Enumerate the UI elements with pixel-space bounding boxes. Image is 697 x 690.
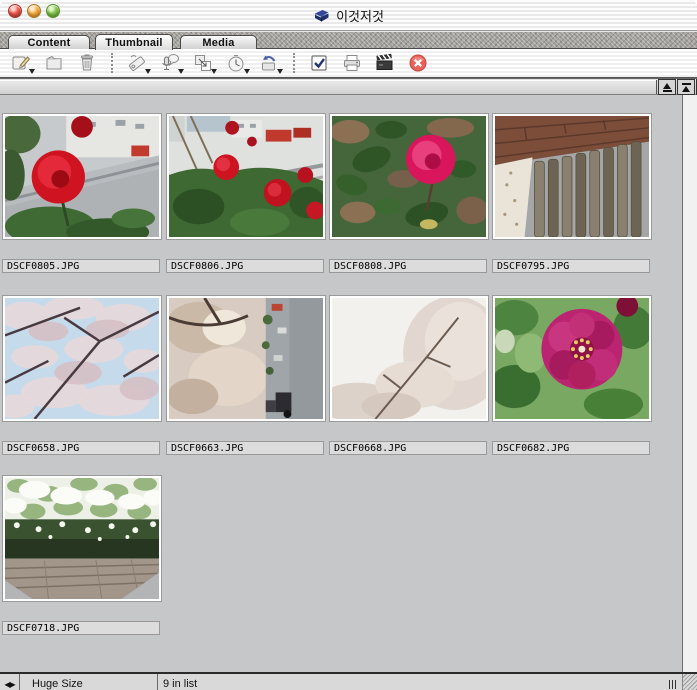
sort-ascending-icon: [663, 83, 671, 89]
filename-label[interactable]: DSCF0808.JPG: [329, 259, 487, 273]
photo-white-blossoms: [332, 298, 486, 419]
tab-content[interactable]: Content: [8, 35, 90, 50]
tag-button[interactable]: [124, 51, 150, 75]
sort-ascending-button[interactable]: [658, 79, 676, 95]
trash-button[interactable]: [74, 51, 100, 75]
thumbnail-image[interactable]: [166, 113, 326, 240]
slideshow-icon: [374, 52, 396, 74]
count-label: 9 in list: [163, 678, 197, 690]
dropdown-caret-icon: [29, 69, 35, 74]
photo-blossoms-blue-sky: [5, 298, 159, 419]
tab-media[interactable]: Media: [180, 35, 257, 50]
size-label: Huge Size: [32, 678, 83, 690]
tab-media-label: Media: [202, 37, 234, 49]
edit-compose-button[interactable]: [8, 51, 34, 75]
filename-label[interactable]: DSCF0658.JPG: [2, 441, 160, 455]
photo-roses-balcony: [169, 116, 323, 237]
voice-annotation-button[interactable]: [157, 51, 183, 75]
thumbnail-image[interactable]: [2, 295, 162, 422]
print-icon: [341, 52, 363, 74]
thumbnail-cell[interactable]: DSCF0668.JPG: [329, 295, 489, 457]
window-title: 이것저것: [336, 6, 384, 25]
folder-button[interactable]: [41, 51, 67, 75]
trash-icon: [76, 52, 98, 74]
toolbar: [0, 49, 697, 78]
zoom-window-button[interactable]: [46, 4, 60, 18]
thumbnail-image[interactable]: [492, 295, 652, 422]
vertical-scrollbar[interactable]: [682, 95, 697, 672]
photo-blossom-street-rotated: [169, 298, 323, 419]
filename-label[interactable]: DSCF0795.JPG: [492, 259, 650, 273]
thumbnail-image[interactable]: [329, 295, 489, 422]
filename-label[interactable]: DSCF0805.JPG: [2, 259, 160, 273]
thumbnail-cell[interactable]: DSCF0663.JPG: [166, 295, 326, 457]
thumbnail-cell[interactable]: DSCF0795.JPG: [492, 113, 652, 275]
thumbnail-cell[interactable]: DSCF0808.JPG: [329, 113, 489, 275]
list-header-cell: [0, 80, 657, 94]
print-button[interactable]: [339, 51, 365, 75]
filename-label[interactable]: DSCF0663.JPG: [166, 441, 324, 455]
delete-icon: [407, 52, 429, 74]
resize-corner[interactable]: [682, 674, 697, 690]
dropdown-caret-icon: [277, 69, 283, 74]
sort-descending-icon: [682, 86, 690, 92]
status-bar: ◀▶ Huge Size 9 in list: [0, 672, 697, 690]
window-controls: [8, 4, 60, 18]
dropdown-caret-icon: [178, 69, 184, 74]
thumbnail-cell[interactable]: DSCF0658.JPG: [2, 295, 162, 457]
thumbnail-image[interactable]: [329, 113, 489, 240]
thumbnail-size-control[interactable]: ◀▶: [0, 674, 20, 690]
size-status-cell[interactable]: Huge Size: [20, 674, 158, 690]
thumbnail-image[interactable]: [166, 295, 326, 422]
filename-label[interactable]: DSCF0718.JPG: [2, 621, 160, 635]
thumbnail-cell[interactable]: DSCF0718.JPG: [2, 475, 162, 637]
photo-red-rose-street: [5, 116, 159, 237]
book-icon: [313, 9, 330, 23]
thumbnail-cell[interactable]: DSCF0806.JPG: [166, 113, 326, 275]
tab-thumbnail[interactable]: Thumbnail: [95, 34, 173, 50]
photo-wooden-pillars: [495, 116, 649, 237]
folder-icon: [43, 52, 65, 74]
photo-magenta-peony: [495, 298, 649, 419]
slideshow-button[interactable]: [372, 51, 398, 75]
thumbnail-image[interactable]: [2, 475, 162, 602]
minimize-window-button[interactable]: [27, 4, 41, 18]
titlebar: 이것저것: [0, 0, 697, 31]
filename-label[interactable]: DSCF0668.JPG: [329, 441, 487, 455]
app-window: 이것저것 Content Thumbnail Media: [0, 0, 697, 690]
toolbar-separator: [111, 53, 113, 73]
thumbnail-image[interactable]: [2, 113, 162, 240]
list-header: [0, 78, 697, 95]
clock-button[interactable]: [223, 51, 249, 75]
dropdown-caret-icon: [211, 69, 217, 74]
checklist-button[interactable]: [306, 51, 332, 75]
dropdown-caret-icon: [244, 69, 250, 74]
tab-thumbnail-label: Thumbnail: [105, 37, 162, 49]
toolbar-separator: [293, 53, 295, 73]
checklist-icon: [308, 52, 330, 74]
export-button[interactable]: [256, 51, 282, 75]
thumbnail-image[interactable]: [492, 113, 652, 240]
count-status-cell: 9 in list: [158, 674, 669, 690]
resize-button[interactable]: [190, 51, 216, 75]
size-arrows-icon: ◀▶: [4, 680, 14, 689]
photo-pink-rose-bush: [332, 116, 486, 237]
filename-label[interactable]: DSCF0806.JPG: [166, 259, 324, 273]
close-window-button[interactable]: [8, 4, 22, 18]
photo-white-azaleas-deck: [5, 478, 159, 599]
sort-descending-button[interactable]: [677, 79, 695, 95]
grip-icon[interactable]: [669, 680, 678, 689]
thumbnail-cell[interactable]: DSCF0682.JPG: [492, 295, 652, 457]
thumbnail-grid: DSCF0805.JPG: [0, 95, 682, 672]
tab-content-label: Content: [28, 37, 71, 49]
title-group: 이것저것: [0, 0, 697, 31]
tab-strip: Content Thumbnail Media: [0, 31, 697, 49]
thumbnail-cell[interactable]: DSCF0805.JPG: [2, 113, 162, 275]
dropdown-caret-icon: [145, 69, 151, 74]
delete-button[interactable]: [405, 51, 431, 75]
filename-label[interactable]: DSCF0682.JPG: [492, 441, 650, 455]
